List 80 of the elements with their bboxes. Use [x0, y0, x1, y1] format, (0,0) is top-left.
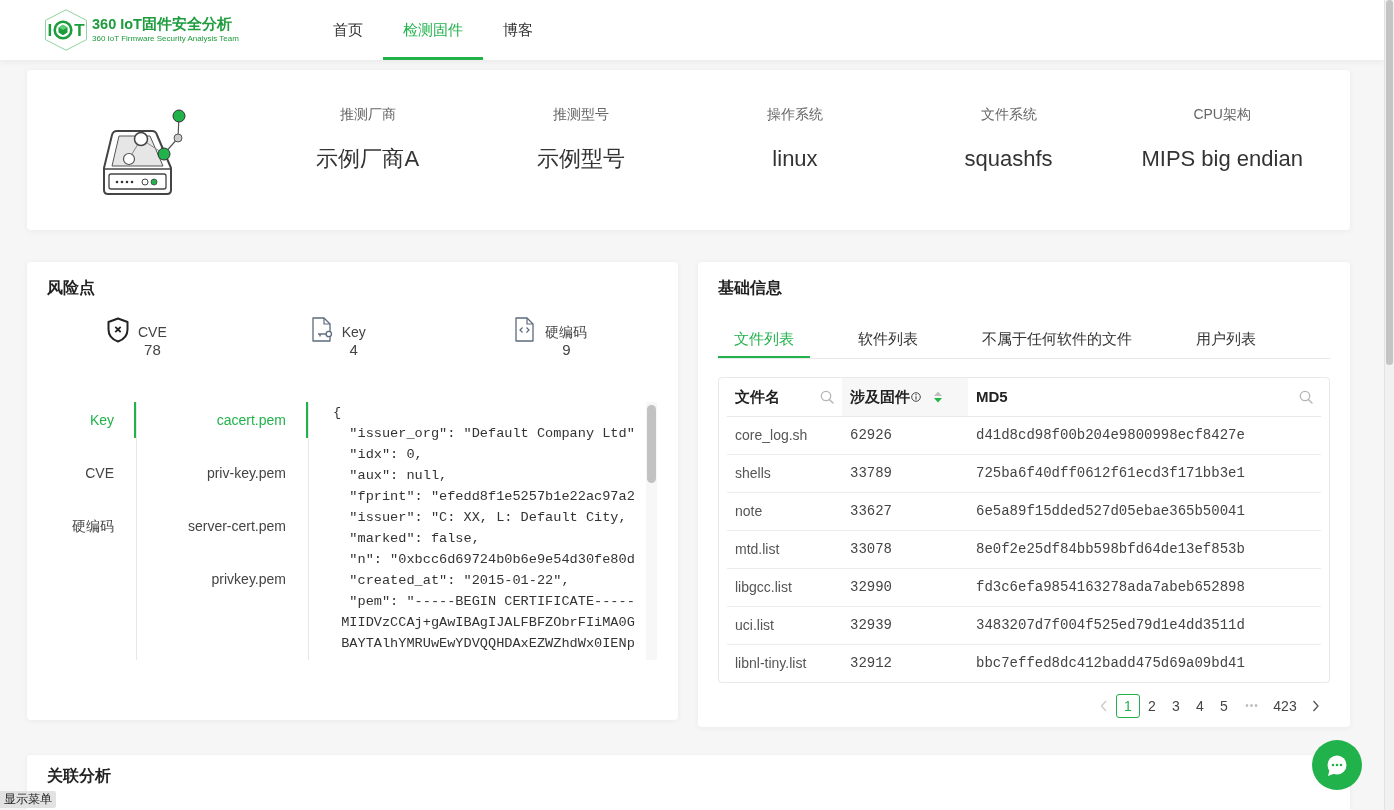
shield-x-icon	[107, 317, 129, 343]
table-cell: d41d8cd98f00b204e9800998ecf8427e	[968, 416, 1321, 454]
page-button[interactable]: 3	[1164, 694, 1188, 718]
stat-count: 78	[143, 341, 162, 359]
file-item[interactable]: privkey.pem	[137, 561, 308, 597]
scrollbar-thumb[interactable]	[1386, 0, 1393, 365]
table-cell: 33789	[842, 454, 968, 492]
code-scrollbar[interactable]	[646, 402, 657, 660]
summary-value: squashfs	[963, 145, 1054, 173]
nav-tab[interactable]: 首页	[313, 0, 383, 60]
stat-label: 硬编码	[545, 323, 588, 341]
column-header[interactable]: 涉及固件	[842, 378, 968, 416]
summary-label: 推测厂商	[338, 105, 397, 124]
logo-letter: I	[47, 21, 53, 39]
table-cell: shells	[727, 454, 842, 492]
table-cell: bbc7effed8dc412badd475d69a09bd41	[968, 644, 1321, 682]
table-cell: 32990	[842, 568, 968, 606]
stat-label: CVE	[138, 323, 167, 341]
summary-value: 示例型号	[536, 145, 627, 173]
code-file-icon	[514, 317, 537, 343]
table-cell: 33627	[842, 492, 968, 530]
table-cell: fd3c6efa9854163278ada7abeb652898	[968, 568, 1321, 606]
page-button[interactable]: 5	[1212, 694, 1236, 718]
chat-button[interactable]	[1312, 740, 1362, 790]
file-item[interactable]: server-cert.pem	[137, 508, 308, 544]
table-cell: note	[727, 492, 842, 530]
table-cell: 3483207d7f004f525ed79d1e4dd3511d	[968, 606, 1321, 644]
code-text: { "issuer_org": "Default Company Ltd" "idx": 0, "aux": null, "fprint": "efedd8f1e5257b1e22ac97a2 "issuer": "C: XX, L: Default City, "marked": false, "n": "0xbcc6d69724b0b6e9e54d30fe80d "created_at": "2015-01-22", "pem": "-----BEGIN CERTIFICATE----- MIIDVzCCAj+gAwIBAgIJALFBFZObrFIiMA0G BAYTAlhYMRUwEwYDVQQHDAxEZWZhdWx0IENp	[333, 404, 636, 653]
section-title: 基础信息	[718, 278, 783, 298]
column-header[interactable]: 文件名	[727, 378, 842, 416]
search-icon[interactable]	[1299, 389, 1313, 404]
search-icon[interactable]	[820, 389, 834, 404]
category-item[interactable]: 硬编码	[47, 508, 136, 544]
table-cell: libnl-tiny.list	[727, 644, 842, 682]
summary-label: CPU架构	[1192, 105, 1252, 124]
tab[interactable]: 用户列表	[1180, 320, 1272, 358]
stat-count: 4	[348, 341, 359, 359]
table-cell: libgcc.list	[727, 568, 842, 606]
table-cell: 6e5a89f15dded527d05ebae365b50041	[968, 492, 1321, 530]
section-title: 风险点	[47, 278, 96, 298]
tab[interactable]: 不属于任何软件的文件	[966, 320, 1148, 358]
sort-icon[interactable]	[934, 389, 942, 404]
chevron-right-icon	[1312, 700, 1320, 712]
summary-value: 示例厂商A	[315, 145, 421, 173]
category-item[interactable]: CVE	[47, 455, 136, 491]
stat-label: Key	[341, 323, 366, 341]
stat-count: 9	[561, 341, 572, 359]
info-icon[interactable]	[911, 391, 921, 402]
chevron-left-icon	[1100, 700, 1108, 712]
column-header[interactable]: MD5	[968, 378, 1321, 416]
table-cell: mtd.list	[727, 530, 842, 568]
table-cell: core_log.sh	[727, 416, 842, 454]
page-button[interactable]: 2	[1140, 694, 1164, 718]
summary-label: 文件系统	[979, 105, 1038, 124]
logo-title: 360 IoT固件安全分析	[92, 16, 233, 33]
summary-value: MIPS big endian	[1140, 145, 1304, 173]
summary-value: linux	[771, 145, 819, 173]
logo-letter: T	[74, 21, 85, 39]
file-item[interactable]: priv-key.pem	[137, 455, 308, 491]
page-button[interactable]: 4	[1188, 694, 1212, 718]
summary-label: 操作系统	[766, 105, 824, 124]
table-cell: 32939	[842, 606, 968, 644]
table-cell: 725ba6f40dff0612f61ecd3f171bb3e1	[968, 454, 1321, 492]
table-cell: 62926	[842, 416, 968, 454]
table-cell: 33078	[842, 530, 968, 568]
nav-tab[interactable]: 博客	[483, 0, 553, 60]
scrollbar-thumb[interactable]	[647, 405, 656, 483]
summary-label: 推测型号	[552, 105, 611, 124]
section-title: 关联分析	[47, 766, 112, 786]
table-cell: 8e0f2e25df84bb598bfd64de13ef853b	[968, 530, 1321, 568]
show-menu-button[interactable]: 显示菜单	[0, 791, 56, 808]
table-cell: 32912	[842, 644, 968, 682]
page-scrollbar[interactable]	[1384, 0, 1394, 810]
tab[interactable]: 软件列表	[842, 320, 934, 358]
hexagon-outline-icon	[44, 9, 88, 51]
cube-ring-icon	[53, 20, 74, 40]
table-cell: uci.list	[727, 606, 842, 644]
logo-subtitle: 360 IoT Firmware Security Analysis Team	[92, 34, 239, 44]
page-button[interactable]: 423	[1268, 694, 1302, 718]
key-file-icon	[310, 317, 333, 343]
